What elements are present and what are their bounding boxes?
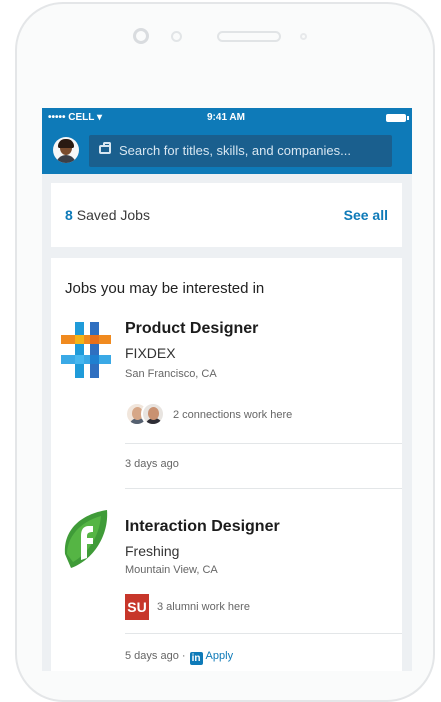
- avatar-body: [56, 155, 76, 163]
- posted-time: 3 days ago: [125, 458, 179, 470]
- see-all-link[interactable]: See all: [344, 207, 388, 223]
- speaker-grille: [217, 31, 281, 42]
- connection-avatar: [141, 402, 165, 426]
- job-title[interactable]: Interaction Designer: [125, 518, 280, 536]
- job-title[interactable]: Product Designer: [125, 320, 258, 338]
- search-placeholder: Search for titles, skills, and companies…: [119, 143, 351, 158]
- saved-jobs-label: Saved Jobs: [76, 207, 150, 223]
- profile-avatar[interactable]: [53, 137, 79, 163]
- search-input[interactable]: Search for titles, skills, and companies…: [89, 135, 392, 167]
- fixdex-logo-icon: [61, 322, 111, 378]
- posted-time: 5 days ago ·: [125, 650, 186, 662]
- battery-icon: [386, 114, 409, 122]
- status-time: 9:41 AM: [207, 112, 245, 123]
- school-logo: SU: [125, 594, 149, 620]
- job-company: Freshing: [125, 543, 180, 559]
- saved-jobs-count: 8: [65, 207, 73, 223]
- wifi-icon: ▾: [97, 112, 103, 123]
- job-company: FIXDEX: [125, 345, 176, 361]
- carrier-signal: ••••• CELL ▾: [48, 112, 103, 123]
- linkedin-icon: in: [189, 652, 203, 665]
- divider: [125, 488, 402, 489]
- recommended-jobs-card: Jobs you may be interested in Product De…: [51, 258, 402, 671]
- top-nav: Search for titles, skills, and companies…: [42, 128, 412, 174]
- app-screen: ••••• CELL ▾ 9:41 AM Search for titles, …: [42, 108, 412, 671]
- job-location: San Francisco, CA: [125, 368, 217, 380]
- insight-text: 2 connections work here: [173, 409, 293, 421]
- job-location: Mountain View, CA: [125, 564, 218, 576]
- briefcase-icon: [99, 142, 111, 154]
- saved-jobs-summary: 8 Saved Jobs: [65, 207, 150, 223]
- freshing-logo-icon: [64, 510, 108, 568]
- saved-jobs-card[interactable]: 8 Saved Jobs See all: [51, 183, 402, 247]
- camera-icon: [133, 28, 149, 44]
- easy-apply-link[interactable]: Apply: [206, 650, 234, 662]
- job-footer: 5 days ago · in Apply: [125, 650, 233, 665]
- section-heading: Jobs you may be interested in: [65, 280, 265, 297]
- divider: [125, 633, 402, 634]
- sensor-icon: [171, 31, 182, 42]
- proximity-sensor-icon: [300, 33, 307, 40]
- avatar-hair: [58, 139, 74, 148]
- divider: [125, 443, 402, 444]
- status-bar: ••••• CELL ▾ 9:41 AM: [42, 108, 412, 128]
- insight-text: 3 alumni work here: [157, 601, 250, 613]
